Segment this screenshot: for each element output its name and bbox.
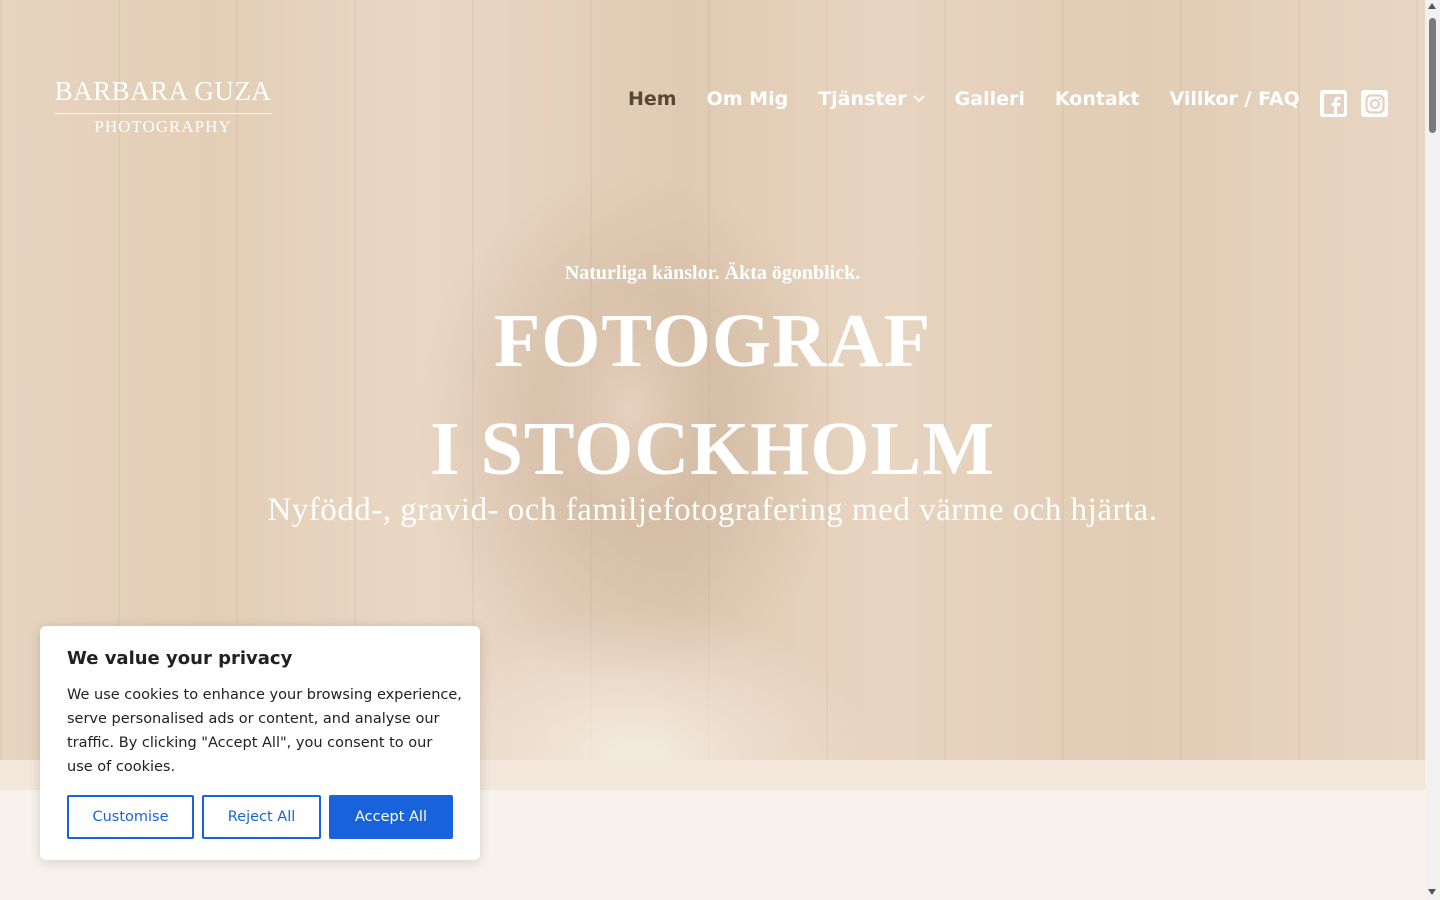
scroll-down-icon[interactable] [1428,889,1436,895]
scroll-up-icon[interactable] [1428,3,1436,9]
nav-item-tjanster[interactable]: Tjänster [818,88,925,110]
chevron-down-icon [913,91,925,107]
nav-item-tjanster-label: Tjänster [818,88,907,110]
social-links [1320,90,1347,117]
instagram-icon[interactable] [1361,90,1388,117]
logo-subtitle: PHOTOGRAPHY [94,117,232,136]
reject-all-button[interactable]: Reject All [202,795,321,839]
site-logo[interactable]: BARBARA GUZA PHOTOGRAPHY [54,76,272,137]
cookie-consent-banner: We value your privacy We use cookies to … [40,626,480,860]
hero-title-line2: I STOCKHOLM [430,407,995,491]
customise-button[interactable]: Customise [67,795,194,839]
nav-item-kontakt[interactable]: Kontakt [1055,88,1140,110]
nav-item-villkor-faq[interactable]: Villkor / FAQ [1169,88,1299,110]
nav-item-om-mig[interactable]: Om Mig [707,88,789,110]
scroll-thumb[interactable] [1429,18,1436,133]
hero-title-line1: FOTOGRAF [493,299,932,383]
hero-tagline: Naturliga känslor. Äkta ögonblick. [564,262,861,284]
facebook-icon[interactable] [1320,90,1347,117]
hero-subtitle: Nyfödd-, gravid- och familjefotograferin… [267,492,1158,528]
social-links-2 [1361,90,1388,117]
scrollbar[interactable] [1425,0,1440,900]
cookie-body: We use cookies to enhance your browsing … [67,687,462,775]
cookie-title: We value your privacy [67,648,293,669]
main-nav: Hem Om Mig Tjänster Galleri Kontakt Vill… [628,88,1330,110]
nav-item-galleri[interactable]: Galleri [955,88,1025,110]
logo-name: BARBARA GUZA [54,76,272,114]
accept-all-button[interactable]: Accept All [329,795,453,839]
nav-item-hem[interactable]: Hem [628,88,677,110]
